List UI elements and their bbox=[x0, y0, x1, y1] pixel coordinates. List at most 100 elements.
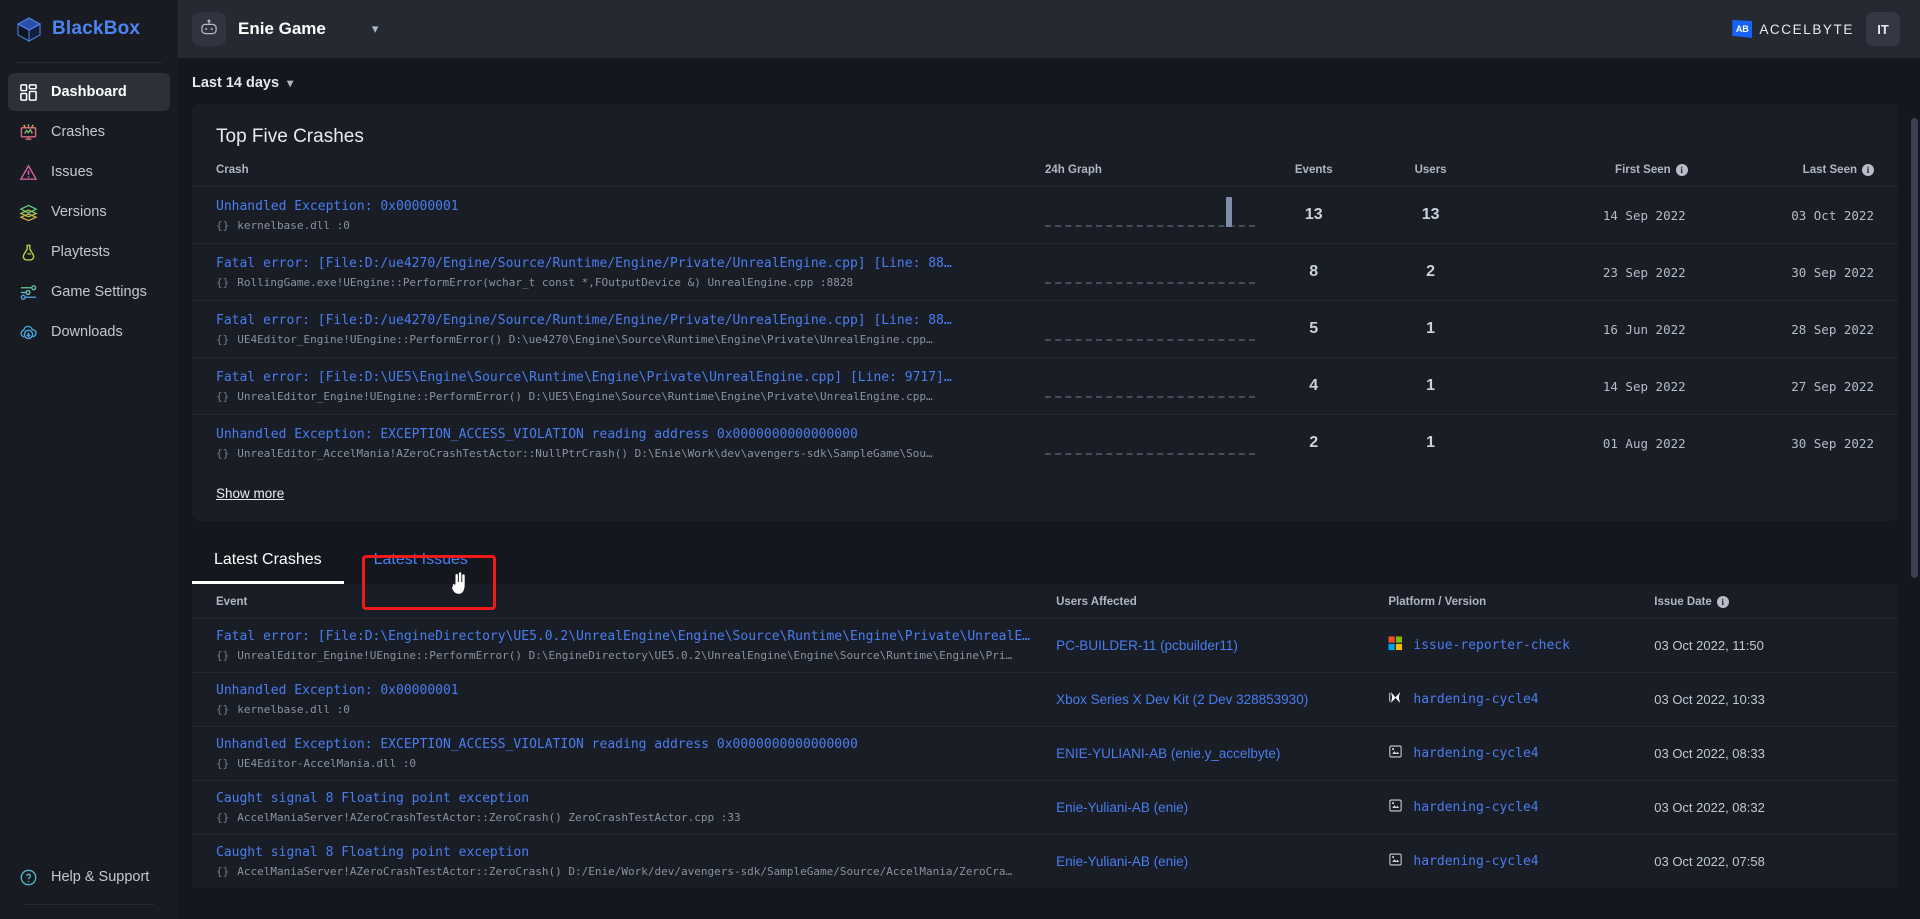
version-link[interactable]: hardening-cycle4 bbox=[1413, 746, 1538, 761]
platform-cell: hardening-cycle4 bbox=[1388, 835, 1654, 889]
top-crashes-thead: Crash 24h Graph Events Users First Seen … bbox=[192, 164, 1898, 187]
windows-icon bbox=[1388, 635, 1403, 656]
date-range-selector[interactable]: Last 14 days ▾ bbox=[192, 75, 293, 91]
info-icon[interactable]: i bbox=[1716, 596, 1729, 608]
table-row[interactable]: Unhandled Exception: 0x00000001 {} kerne… bbox=[192, 186, 1898, 244]
crash-subtitle: {} UnrealEditor_Engine!UEngine::PerformE… bbox=[216, 389, 933, 403]
topbar: Enie Game ▾ AB ACCELBYTE IT bbox=[178, 0, 1920, 58]
platform-cell: hardening-cycle4 bbox=[1388, 781, 1654, 835]
issue-date: 03 Oct 2022, 10:33 bbox=[1654, 692, 1765, 707]
table-row[interactable]: Unhandled Exception: EXCEPTION_ACCESS_VI… bbox=[192, 726, 1898, 781]
tab-latest-issues[interactable]: Latest Issues bbox=[352, 539, 490, 584]
version-link[interactable]: issue-reporter-check bbox=[1413, 638, 1570, 653]
sparkline-bar bbox=[1225, 197, 1232, 227]
event-cell: Caught signal 8 Floating point exception… bbox=[192, 781, 1056, 835]
latest-crashes-thead: Event Users Affected Platform / Version … bbox=[192, 584, 1898, 619]
braces-icon: {} bbox=[216, 811, 230, 824]
sidebar-item-label: Help & Support bbox=[51, 869, 150, 885]
crash-title-link[interactable]: Unhandled Exception: 0x00000001 bbox=[216, 199, 1029, 214]
sidebar-item-label: Playtests bbox=[51, 244, 110, 260]
sparkline-baseline bbox=[1045, 339, 1256, 341]
info-icon[interactable]: i bbox=[1675, 164, 1688, 176]
braces-icon: {} bbox=[216, 218, 230, 232]
tab-latest-crashes[interactable]: Latest Crashes bbox=[192, 539, 344, 584]
sidebar-item-game-settings[interactable]: Game Settings bbox=[8, 273, 170, 311]
sidebar-item-downloads[interactable]: Downloads bbox=[8, 313, 170, 351]
crashes-monitor-icon bbox=[18, 122, 39, 143]
event-title-link[interactable]: Unhandled Exception: EXCEPTION_ACCESS_VI… bbox=[216, 737, 1040, 752]
user-link[interactable]: ENIE-YULIANI-AB (enie.y_accelbyte) bbox=[1056, 746, 1280, 761]
event-title-link[interactable]: Fatal error: [File:D:\EngineDirectory\UE… bbox=[216, 629, 1040, 644]
sidebar-item-playtests[interactable]: Playtests bbox=[8, 233, 170, 271]
version-link[interactable]: hardening-cycle4 bbox=[1413, 854, 1538, 869]
linux-icon bbox=[1388, 852, 1403, 872]
24h-sparkline bbox=[1045, 254, 1256, 290]
sidebar-item-crashes[interactable]: Crashes bbox=[8, 113, 170, 151]
show-more-link[interactable]: Show more bbox=[216, 486, 284, 501]
user-link[interactable]: Enie-Yuliani-AB (enie) bbox=[1056, 854, 1188, 869]
table-row[interactable]: Caught signal 8 Floating point exception… bbox=[192, 834, 1898, 889]
user-avatar[interactable]: IT bbox=[1866, 12, 1900, 46]
table-row[interactable]: Caught signal 8 Floating point exception… bbox=[192, 780, 1898, 835]
events-count: 5 bbox=[1309, 320, 1319, 337]
crash-title-link[interactable]: Unhandled Exception: EXCEPTION_ACCESS_VI… bbox=[216, 427, 1029, 442]
braces-icon: {} bbox=[216, 757, 230, 770]
sparkline-cell bbox=[1045, 415, 1256, 472]
col-events: Events bbox=[1294, 164, 1333, 176]
table-row[interactable]: Fatal error: [File:D:/ue4270/Engine/Sour… bbox=[192, 243, 1898, 301]
brand-name: BlackBox bbox=[52, 18, 141, 39]
date-range-label: Last 14 days bbox=[192, 75, 280, 91]
crash-title-link[interactable]: Fatal error: [File:D:\UE5\Engine\Source\… bbox=[216, 370, 1029, 385]
sparkline-cell bbox=[1045, 244, 1256, 301]
platform-cell: hardening-cycle4 bbox=[1388, 673, 1654, 727]
crash-subtitle: {} UE4Editor_Engine!UEngine::PerformErro… bbox=[216, 332, 933, 346]
scrollbar-thumb[interactable] bbox=[1911, 118, 1918, 578]
last-seen-date: 27 Sep 2022 bbox=[1791, 378, 1874, 394]
event-title-link[interactable]: Caught signal 8 Floating point exception bbox=[216, 845, 1040, 860]
user-link[interactable]: PC-BUILDER-11 (pcbuilder11) bbox=[1056, 638, 1238, 653]
accelbyte-text: ACCELBYTE bbox=[1759, 21, 1854, 37]
last-seen-date: 30 Sep 2022 bbox=[1791, 435, 1874, 451]
sidebar-item-versions[interactable]: Versions bbox=[8, 193, 170, 231]
table-row[interactable]: Unhandled Exception: 0x00000001 {} kerne… bbox=[192, 672, 1898, 727]
event-title-link[interactable]: Caught signal 8 Floating point exception bbox=[216, 791, 1040, 806]
crash-title-link[interactable]: Fatal error: [File:D:/ue4270/Engine/Sour… bbox=[216, 313, 1029, 328]
table-row[interactable]: Fatal error: [File:D:\EngineDirectory\UE… bbox=[192, 618, 1898, 673]
user-link[interactable]: Enie-Yuliani-AB (enie) bbox=[1056, 800, 1188, 815]
game-selector[interactable]: Enie Game ▾ bbox=[192, 12, 378, 46]
col-last-seen: Last Seen i bbox=[1688, 164, 1898, 187]
sliders-icon bbox=[18, 282, 39, 303]
event-subtitle: {} kernelbase.dll :0 bbox=[216, 703, 350, 716]
latest-crashes-table: Event Users Affected Platform / Version … bbox=[192, 584, 1898, 888]
sidebar-item-issues[interactable]: Issues bbox=[8, 153, 170, 191]
col-issue-date: Issue Date i bbox=[1654, 584, 1898, 619]
users-affected-cell: ENIE-YULIANI-AB (enie.y_accelbyte) bbox=[1056, 727, 1388, 781]
sparkline-cell bbox=[1045, 187, 1256, 244]
help-circle-icon bbox=[18, 867, 39, 888]
crash-title-link[interactable]: Fatal error: [File:D:/ue4270/Engine/Sour… bbox=[216, 256, 1029, 271]
first-seen-date: 23 Sep 2022 bbox=[1602, 264, 1686, 280]
crash-cell: Fatal error: [File:D:/ue4270/Engine/Sour… bbox=[192, 301, 1045, 358]
version-link[interactable]: hardening-cycle4 bbox=[1413, 692, 1538, 707]
table-row[interactable]: Fatal error: [File:D:/ue4270/Engine/Sour… bbox=[192, 300, 1898, 358]
sidebar-item-dashboard[interactable]: Dashboard bbox=[8, 73, 170, 111]
24h-sparkline bbox=[1045, 368, 1256, 404]
chevron-down-icon[interactable]: ▾ bbox=[372, 21, 379, 37]
sidebar-item-help-support[interactable]: Help & Support bbox=[8, 858, 170, 896]
event-title-link[interactable]: Unhandled Exception: 0x00000001 bbox=[216, 683, 1040, 698]
event-subtitle: {} UE4Editor-AccelMania.dll :0 bbox=[216, 757, 417, 770]
dashboard-grid-icon bbox=[18, 82, 39, 103]
topbar-right: AB ACCELBYTE IT bbox=[1732, 12, 1900, 46]
braces-icon: {} bbox=[216, 446, 230, 460]
first-seen-date: 14 Sep 2022 bbox=[1602, 378, 1686, 394]
users-count: 13 bbox=[1421, 206, 1440, 223]
user-link[interactable]: Xbox Series X Dev Kit (2 Dev 328853930) bbox=[1056, 692, 1308, 707]
event-cell: Unhandled Exception: EXCEPTION_ACCESS_VI… bbox=[192, 727, 1056, 781]
sparkline-cell bbox=[1045, 358, 1256, 415]
info-icon[interactable]: i bbox=[1862, 164, 1874, 176]
table-row[interactable]: Unhandled Exception: EXCEPTION_ACCESS_VI… bbox=[192, 414, 1898, 472]
table-row[interactable]: Fatal error: [File:D:\UE5\Engine\Source\… bbox=[192, 357, 1898, 415]
brand[interactable]: BlackBox bbox=[0, 0, 178, 58]
vertical-scrollbar[interactable] bbox=[1911, 58, 1918, 919]
version-link[interactable]: hardening-cycle4 bbox=[1413, 800, 1538, 815]
